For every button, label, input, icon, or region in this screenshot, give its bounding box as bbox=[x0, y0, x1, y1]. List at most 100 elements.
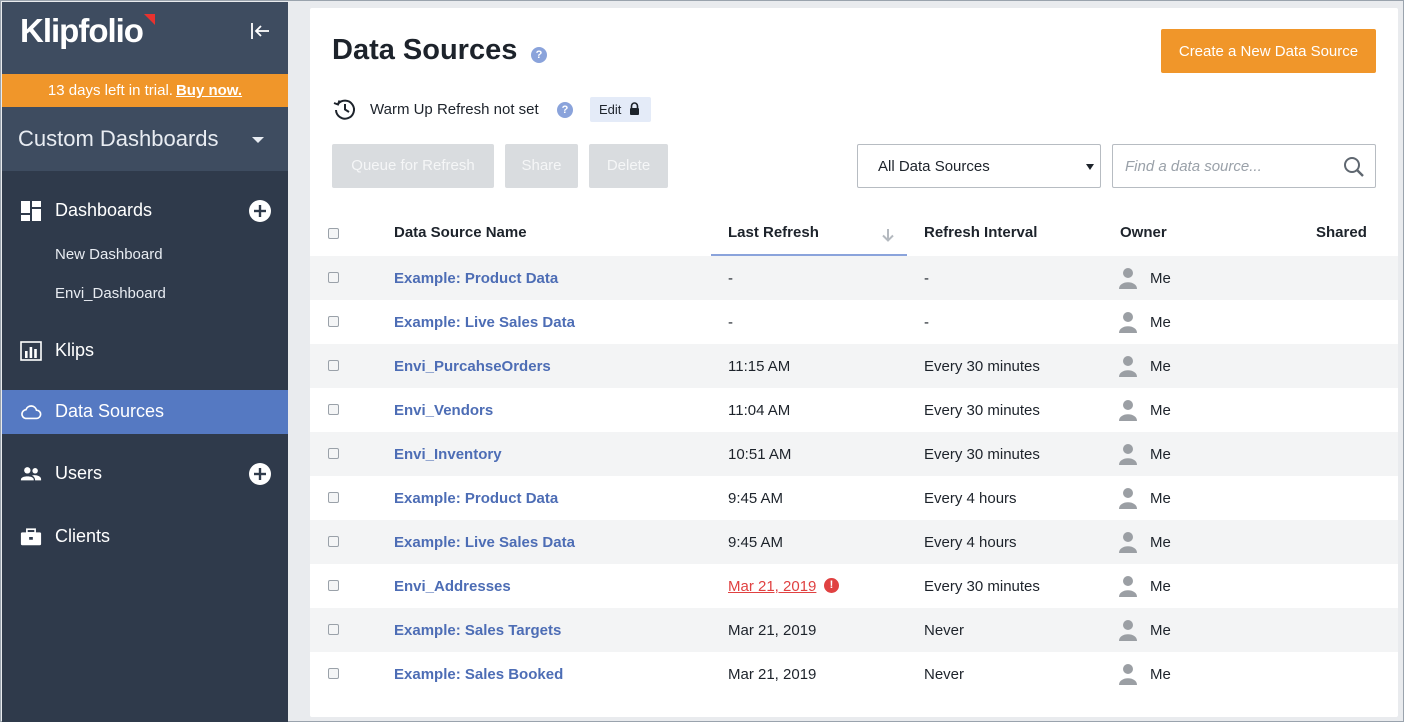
column-header-interval[interactable]: Refresh Interval bbox=[924, 224, 1037, 241]
collapse-sidebar-icon[interactable] bbox=[247, 18, 273, 44]
search-input[interactable] bbox=[1114, 146, 1334, 186]
search-icon[interactable] bbox=[1343, 156, 1365, 178]
data-source-name-link[interactable]: Envi_Addresses bbox=[394, 578, 511, 595]
data-source-name-link[interactable]: Example: Sales Booked bbox=[394, 666, 563, 683]
sidebar-item-dashboards[interactable]: Dashboards bbox=[2, 189, 288, 233]
data-source-name-link[interactable]: Envi_Inventory bbox=[394, 446, 502, 463]
table-row[interactable]: Example: Sales Booked Mar 21, 2019 Never Me bbox=[310, 652, 1398, 696]
data-source-name-link[interactable]: Example: Sales Targets bbox=[394, 622, 561, 639]
sidebar-subitem-dashboard[interactable]: Envi_Dashboard bbox=[55, 285, 166, 302]
table-row[interactable]: Example: Sales Targets Mar 21, 2019 Never M… bbox=[310, 608, 1398, 652]
account-name: Custom Dashboards bbox=[18, 126, 219, 151]
column-header-name[interactable]: Data Source Name bbox=[394, 224, 527, 241]
sidebar-item-label: Clients bbox=[55, 526, 111, 546]
last-refresh-value: - bbox=[728, 314, 733, 331]
edit-label: Edit bbox=[599, 102, 622, 117]
data-source-name-link[interactable]: Example: Product Data bbox=[394, 270, 558, 287]
add-user-icon[interactable] bbox=[248, 462, 272, 486]
search-box bbox=[1112, 144, 1376, 188]
sidebar: Klipfolio 13 days left in trial. Buy now.… bbox=[2, 2, 288, 722]
chevron-down-icon bbox=[252, 137, 264, 143]
row-checkbox[interactable] bbox=[328, 580, 339, 591]
owner-value: Me bbox=[1150, 402, 1171, 419]
sidebar-item-data-sources[interactable]: Data Sources bbox=[2, 390, 288, 434]
row-checkbox[interactable] bbox=[328, 668, 339, 679]
last-refresh-value: - bbox=[728, 270, 733, 287]
sort-descending-icon[interactable] bbox=[881, 227, 895, 243]
data-source-filter-select[interactable]: All Data Sources bbox=[857, 144, 1101, 188]
create-data-source-button[interactable]: Create a New Data Source bbox=[1161, 29, 1376, 73]
buy-now-link[interactable]: Buy now. bbox=[176, 82, 242, 99]
klipfolio-logo[interactable]: Klipfolio bbox=[20, 12, 144, 50]
row-checkbox[interactable] bbox=[328, 492, 339, 503]
users-icon bbox=[20, 467, 42, 481]
refresh-interval-value: - bbox=[924, 270, 929, 287]
brand-header: Klipfolio bbox=[2, 2, 288, 74]
user-icon bbox=[1119, 356, 1137, 377]
row-checkbox[interactable] bbox=[328, 448, 339, 459]
help-icon[interactable]: ? bbox=[531, 47, 547, 63]
owner-value: Me bbox=[1150, 270, 1171, 287]
user-icon bbox=[1119, 400, 1137, 421]
logo-mark-icon bbox=[144, 14, 155, 25]
edit-warmup-button[interactable]: Edit bbox=[590, 97, 651, 122]
table-row[interactable]: Envi_PurcahseOrders 11:15 AM Every 30 minu… bbox=[310, 344, 1398, 388]
sidebar-item-label: Data Sources bbox=[55, 401, 165, 421]
row-checkbox[interactable] bbox=[328, 624, 339, 635]
table-row[interactable]: Example: Live Sales Data - - Me bbox=[310, 300, 1398, 344]
error-icon[interactable]: ! bbox=[824, 578, 839, 593]
column-header-shared[interactable]: Shared bbox=[1316, 224, 1367, 241]
page-title: Data Sources bbox=[332, 34, 518, 66]
data-source-name-link[interactable]: Example: Live Sales Data bbox=[394, 534, 575, 551]
account-switcher[interactable]: Custom Dashboards bbox=[2, 107, 288, 171]
user-icon bbox=[1119, 268, 1137, 289]
data-source-name-link[interactable]: Example: Live Sales Data bbox=[394, 314, 575, 331]
owner-value: Me bbox=[1150, 578, 1171, 595]
last-refresh-value: 10:51 AM bbox=[728, 446, 792, 463]
column-header-last-refresh[interactable]: Last Refresh bbox=[728, 224, 819, 241]
owner-value: Me bbox=[1150, 490, 1171, 507]
table-row[interactable]: Envi_Inventory 10:51 AM Every 30 minutes Me bbox=[310, 432, 1398, 476]
row-checkbox[interactable] bbox=[328, 536, 339, 547]
queue-for-refresh-button[interactable]: Queue for Refresh bbox=[332, 144, 494, 188]
refresh-interval-value: Every 30 minutes bbox=[924, 358, 1040, 375]
table-row[interactable]: Envi_Addresses Mar 21, 2019! Every 30 minu… bbox=[310, 564, 1398, 608]
table-row[interactable]: Example: Product Data - - Me bbox=[310, 256, 1398, 300]
warmup-refresh-status: Warm Up Refresh not set bbox=[370, 101, 539, 118]
add-dashboard-icon[interactable] bbox=[248, 199, 272, 223]
last-refresh-value[interactable]: Mar 21, 2019 bbox=[728, 578, 816, 595]
delete-button[interactable]: Delete bbox=[589, 144, 668, 188]
owner-value: Me bbox=[1150, 314, 1171, 331]
user-icon bbox=[1119, 532, 1137, 553]
user-icon bbox=[1119, 444, 1137, 465]
table-row[interactable]: Example: Live Sales Data 9:45 AM Every 4 h… bbox=[310, 520, 1398, 564]
row-checkbox[interactable] bbox=[328, 404, 339, 415]
select-all-checkbox[interactable] bbox=[328, 228, 339, 239]
data-source-name-link[interactable]: Example: Product Data bbox=[394, 490, 558, 507]
row-checkbox[interactable] bbox=[328, 316, 339, 327]
share-button[interactable]: Share bbox=[505, 144, 578, 188]
column-header-owner[interactable]: Owner bbox=[1120, 224, 1167, 241]
sidebar-item-clients[interactable]: Clients bbox=[2, 515, 288, 559]
user-icon bbox=[1119, 576, 1137, 597]
last-refresh-value: Mar 21, 2019 bbox=[728, 622, 817, 639]
data-source-name-link[interactable]: Envi_PurcahseOrders bbox=[394, 358, 551, 375]
sidebar-item-klips[interactable]: Klips bbox=[2, 329, 288, 373]
table-header: Data Source Name Last Refresh Refresh In… bbox=[310, 212, 1398, 257]
help-icon[interactable]: ? bbox=[557, 102, 573, 118]
sidebar-item-users[interactable]: Users bbox=[2, 452, 288, 496]
user-icon bbox=[1119, 620, 1137, 641]
dashboard-grid-icon bbox=[21, 201, 41, 221]
table-row[interactable]: Envi_Vendors 11:04 AM Every 30 minutes Me bbox=[310, 388, 1398, 432]
table-row[interactable]: Example: Product Data 9:45 AM Every 4 hour… bbox=[310, 476, 1398, 520]
data-source-name-link[interactable]: Envi_Vendors bbox=[394, 402, 493, 419]
row-checkbox[interactable] bbox=[328, 360, 339, 371]
row-checkbox[interactable] bbox=[328, 272, 339, 283]
user-icon bbox=[1119, 488, 1137, 509]
sidebar-subitem-dashboard[interactable]: New Dashboard bbox=[55, 246, 163, 263]
lock-icon bbox=[630, 102, 639, 115]
refresh-interval-value: Every 4 hours bbox=[924, 534, 1017, 551]
trial-banner: 13 days left in trial. Buy now. bbox=[2, 74, 288, 107]
owner-value: Me bbox=[1150, 446, 1171, 463]
history-icon bbox=[333, 99, 355, 120]
